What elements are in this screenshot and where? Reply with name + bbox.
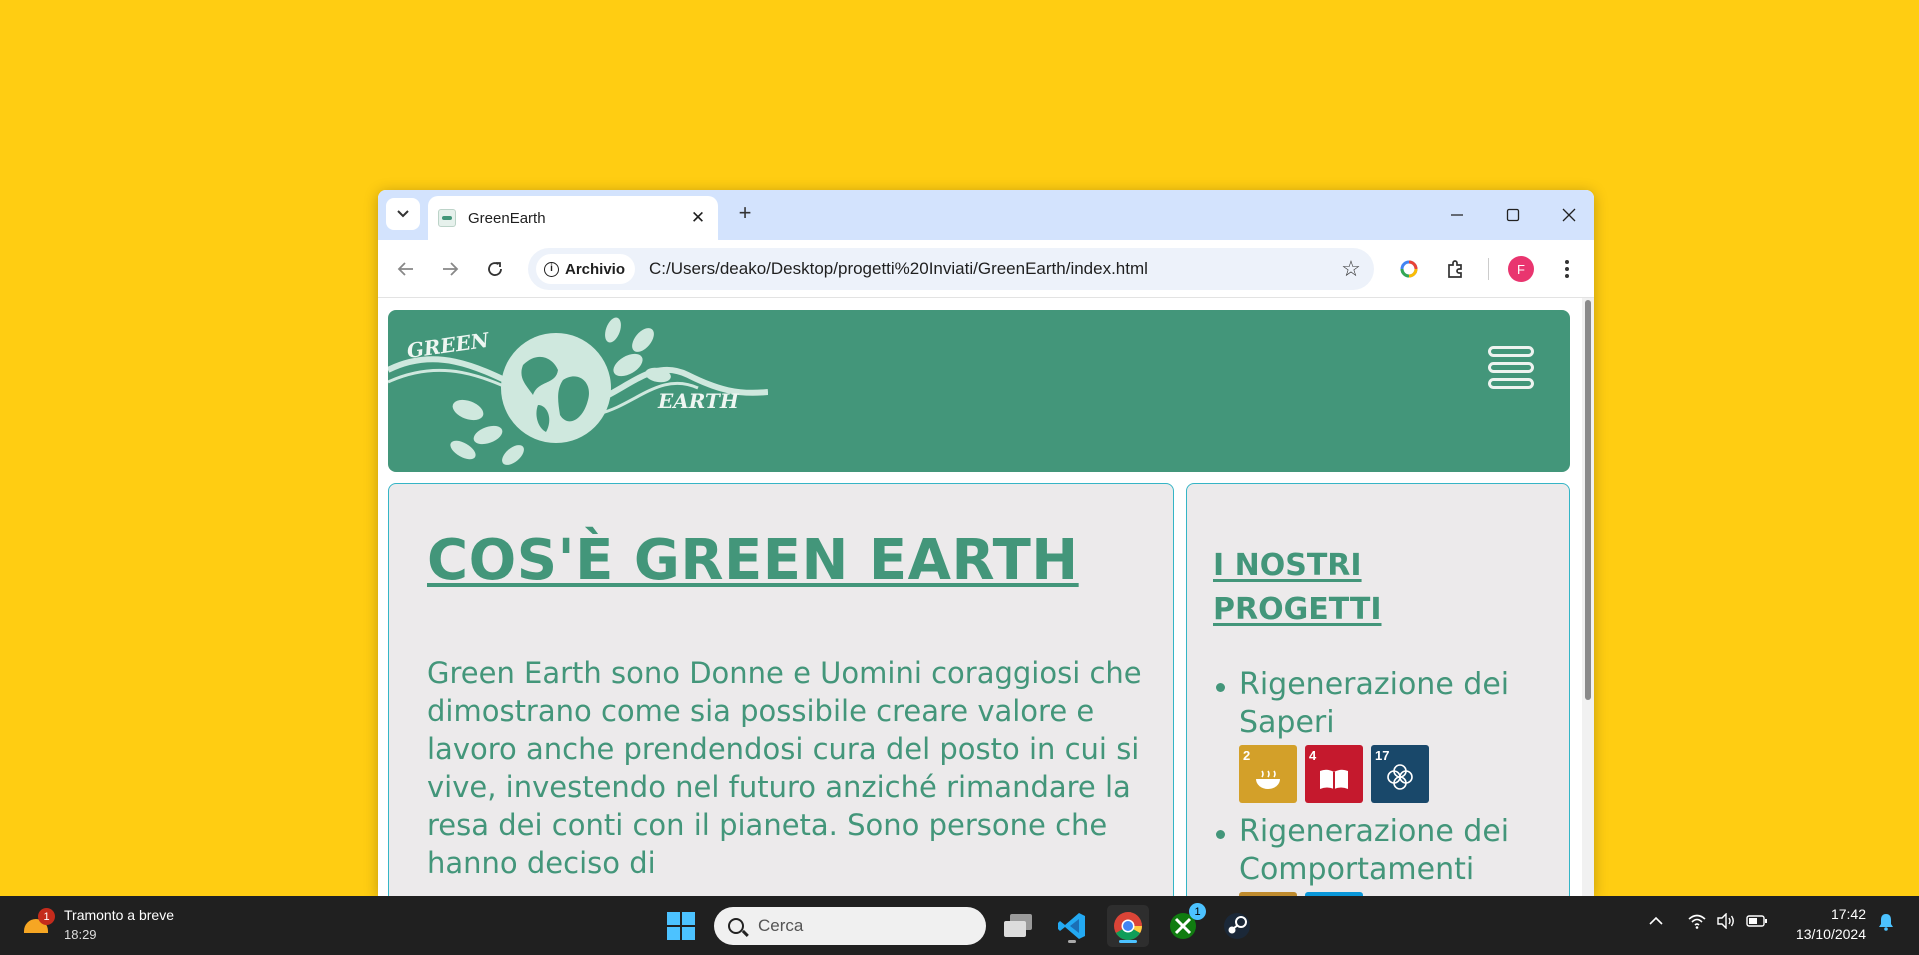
sdg-badges: 2 4 17	[1239, 745, 1559, 803]
project-label: Rigenerazione dei Saperi	[1239, 667, 1510, 740]
tab-greenearth[interactable]: GreenEarth ✕	[428, 196, 718, 240]
lens-icon	[1400, 260, 1418, 278]
reload-icon	[488, 262, 502, 276]
about-card: COS'È GREEN EARTH Green Earth sono Donne…	[388, 483, 1174, 896]
info-icon: i	[544, 261, 559, 277]
wifi-icon	[1688, 914, 1706, 929]
kebab-menu-icon	[1565, 260, 1569, 278]
hamburger-menu-icon[interactable]	[1488, 346, 1534, 394]
chrome-app[interactable]	[1107, 905, 1149, 947]
search-icon	[728, 918, 744, 934]
chrome-icon	[1114, 912, 1142, 940]
new-tab-button[interactable]: +	[730, 200, 760, 226]
projects-title: I NOSTRI PROGETTI	[1213, 548, 1382, 627]
puzzle-icon	[1448, 260, 1462, 278]
xbox-app[interactable]: 1	[1162, 903, 1206, 947]
site-header: GREEN EARTH	[388, 310, 1570, 472]
bookmark-star-icon[interactable]: ☆	[1336, 256, 1366, 282]
weather-widget[interactable]: 1 Tramonto a breve 18:29	[22, 906, 174, 944]
vscode-icon	[1058, 913, 1085, 939]
taskbar-search[interactable]: Cerca	[714, 907, 986, 945]
task-view-icon	[1004, 914, 1032, 937]
clock-time: 17:42	[1830, 906, 1866, 922]
about-paragraph: Green Earth sono Donne e Uomini coraggio…	[427, 656, 1142, 880]
forward-button[interactable]	[435, 254, 465, 284]
page-scrollbar[interactable]	[1582, 298, 1594, 896]
sdg-4-badge: 4	[1305, 745, 1363, 803]
speaker-icon	[1717, 912, 1734, 930]
profile-avatar[interactable]: F	[1508, 256, 1534, 282]
clock[interactable]: 17:42 13/10/2024	[1786, 904, 1866, 944]
bowl-icon	[1239, 769, 1297, 797]
logo-text-earth: EARTH	[657, 389, 740, 413]
toolbar-separator	[1488, 258, 1489, 280]
xbox-badge: 1	[1189, 903, 1206, 920]
notifications-button[interactable]	[1878, 913, 1894, 936]
projects-card: I NOSTRI PROGETTI Rigenerazione dei Sape…	[1186, 483, 1570, 896]
bell-icon	[1879, 914, 1893, 931]
weather-time: 18:29	[64, 927, 97, 942]
reload-button[interactable]	[480, 254, 510, 284]
project-item[interactable]: Rigenerazione dei Saperi 2 4 17	[1216, 666, 1559, 803]
tab-search-dropdown[interactable]	[386, 198, 420, 230]
minimize-button[interactable]	[1429, 190, 1485, 240]
projects-list: Rigenerazione dei Saperi 2 4 17 Rigenera…	[1216, 666, 1559, 896]
sdg-2-badge: 2	[1239, 745, 1297, 803]
url-text[interactable]: C:/Users/deako/Desktop/progetti%20Inviat…	[649, 259, 1336, 279]
chevron-down-icon	[397, 210, 409, 218]
browser-window: GreenEarth ✕ + i Archivio C:/Users/deako…	[378, 190, 1594, 896]
taskbar: 1 Tramonto a breve 18:29 Cerca 1 17:42 1…	[0, 896, 1919, 955]
address-bar[interactable]: i Archivio C:/Users/deako/Desktop/proget…	[528, 248, 1374, 290]
project-item[interactable]: Rigenerazione dei Comportamenti 12 14	[1216, 813, 1559, 896]
book-icon	[1305, 767, 1363, 797]
start-button[interactable]	[660, 905, 702, 947]
close-window-button[interactable]	[1541, 190, 1594, 240]
tab-strip: GreenEarth ✕ +	[378, 190, 1594, 240]
scrollbar-thumb[interactable]	[1585, 300, 1591, 700]
about-title: COS'È GREEN EARTH	[427, 528, 1079, 593]
favicon-icon	[438, 209, 456, 227]
tab-title: GreenEarth	[468, 209, 546, 227]
flower-icon	[1371, 763, 1429, 797]
maximize-icon	[1506, 208, 1520, 222]
vscode-app[interactable]	[1051, 905, 1093, 947]
windows-logo-icon	[667, 912, 695, 940]
chevron-up-icon	[1649, 916, 1663, 925]
sunset-icon: 1	[22, 908, 55, 939]
weather-title: Tramonto a breve	[64, 907, 174, 923]
back-button[interactable]	[391, 254, 421, 284]
site-info-label: Archivio	[565, 260, 626, 278]
steam-icon	[1224, 913, 1250, 939]
minimize-icon	[1451, 214, 1463, 216]
page-viewport: GREEN EARTH COS'È GREEN EARTH Green Eart…	[378, 298, 1594, 896]
close-icon	[1562, 208, 1576, 222]
search-placeholder: Cerca	[758, 916, 804, 935]
maximize-button[interactable]	[1485, 190, 1541, 240]
arrow-left-icon	[397, 262, 413, 276]
volume-status[interactable]	[1716, 912, 1736, 934]
tab-close-icon[interactable]: ✕	[688, 208, 708, 228]
browser-toolbar: i Archivio C:/Users/deako/Desktop/proget…	[378, 240, 1594, 298]
project-label: Rigenerazione dei Comportamenti	[1239, 814, 1510, 887]
menu-button[interactable]	[1552, 254, 1582, 284]
task-view-button[interactable]	[997, 905, 1039, 947]
weather-badge: 1	[38, 908, 55, 925]
battery-icon	[1746, 915, 1767, 927]
google-lens-button[interactable]	[1394, 254, 1424, 284]
site-info-chip[interactable]: i Archivio	[536, 254, 636, 284]
wifi-status[interactable]	[1688, 913, 1706, 934]
show-hidden-icons[interactable]	[1648, 913, 1664, 934]
steam-app[interactable]	[1216, 905, 1258, 947]
battery-status[interactable]	[1746, 913, 1768, 934]
green-earth-logo[interactable]: GREEN EARTH	[388, 310, 768, 472]
extensions-button[interactable]	[1440, 254, 1470, 284]
clock-date: 13/10/2024	[1795, 926, 1866, 942]
arrow-right-icon	[443, 262, 459, 276]
sdg-17-badge: 17	[1371, 745, 1429, 803]
